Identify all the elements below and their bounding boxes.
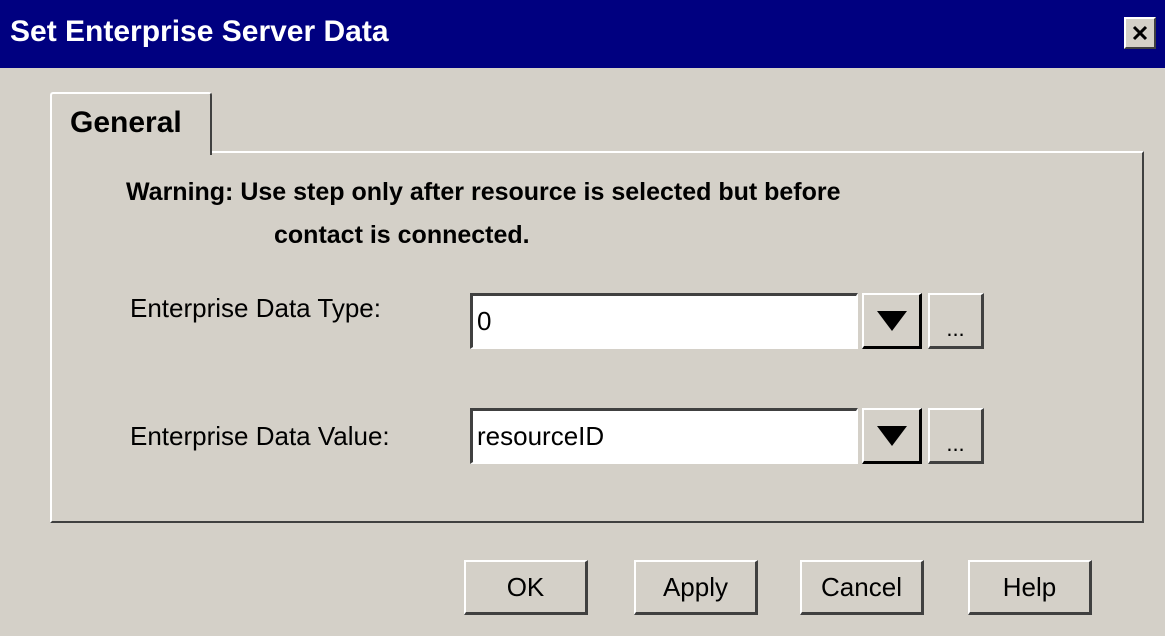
- enterprise-data-type-label: Enterprise Data Type:: [130, 293, 381, 323]
- close-button[interactable]: [1124, 17, 1156, 49]
- enterprise-data-type-browse-button[interactable]: ...: [928, 293, 984, 349]
- dropdown-arrow-icon: [876, 310, 907, 331]
- close-icon: [1132, 25, 1148, 41]
- tab-general[interactable]: General: [50, 92, 212, 155]
- dropdown-arrow-icon: [876, 425, 907, 446]
- enterprise-data-value-dropdown-button[interactable]: [862, 408, 922, 464]
- title-bar: Set Enterprise Server Data: [0, 0, 1165, 68]
- warning-text-line1: Warning: Use step only after resource is…: [126, 178, 841, 206]
- ok-button[interactable]: OK: [464, 560, 588, 615]
- window-title: Set Enterprise Server Data: [10, 15, 389, 48]
- enterprise-data-value-input[interactable]: [470, 408, 858, 464]
- enterprise-data-value-browse-button[interactable]: ...: [928, 408, 984, 464]
- enterprise-data-type-dropdown-button[interactable]: [862, 293, 922, 349]
- enterprise-data-value-label: Enterprise Data Value:: [130, 421, 390, 451]
- enterprise-data-type-input[interactable]: [470, 293, 858, 349]
- tab-label: General: [70, 106, 182, 139]
- warning-text-line2: contact is connected.: [274, 221, 530, 249]
- cancel-button[interactable]: Cancel: [800, 560, 924, 615]
- help-button[interactable]: Help: [968, 560, 1092, 615]
- apply-button[interactable]: Apply: [634, 560, 758, 615]
